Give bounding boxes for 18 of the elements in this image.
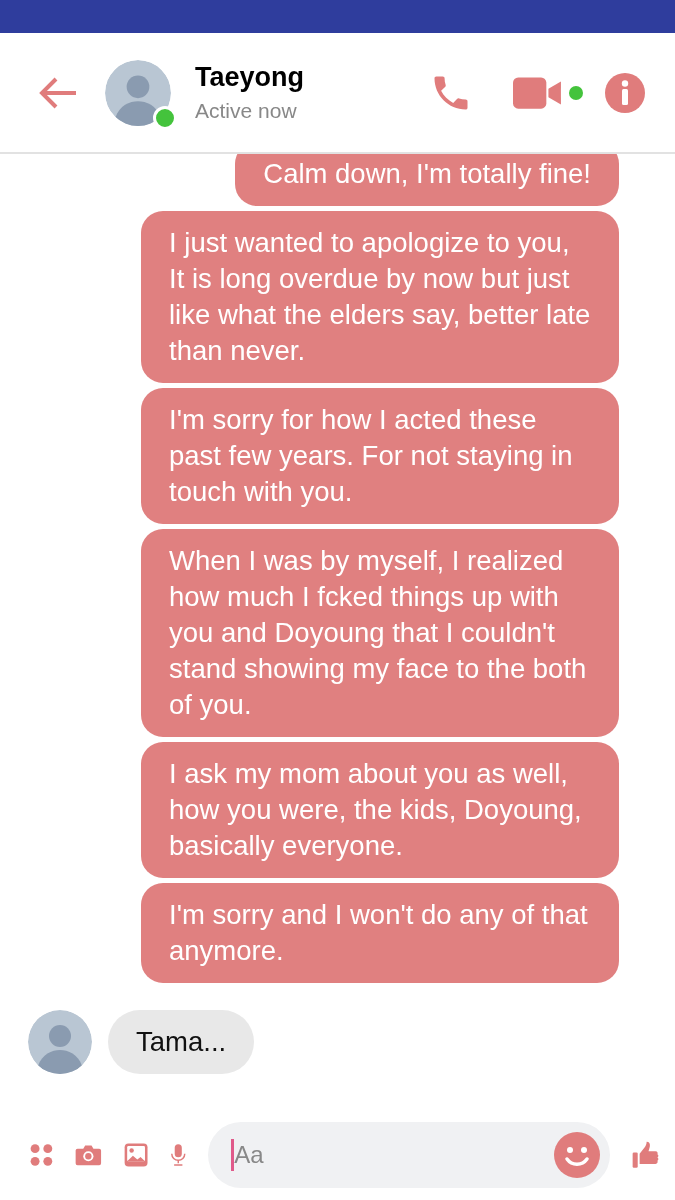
video-camera-icon[interactable] xyxy=(513,76,563,109)
received-message: Tama... xyxy=(108,1010,255,1074)
back-arrow-icon[interactable] xyxy=(38,75,78,110)
sent-message: Calm down, I'm totally fine! xyxy=(235,154,619,206)
sent-message: I ask my mom about you as well, how you were, the kids, Doyoung, basically everyone. xyxy=(141,742,619,878)
avatar xyxy=(105,59,171,126)
avatar xyxy=(28,1010,92,1074)
smiley-icon[interactable] xyxy=(554,1132,601,1178)
contact-name: Taeyong xyxy=(195,62,305,93)
sent-message: When I was by myself, I realized how much I fcked things up with you and Doyoung that I couldn't stand showing my face to the both of you. xyxy=(141,529,619,737)
sent-message: I just wanted to apologize to you, It is long overdue by now but just like what the elders say, better late than never. xyxy=(141,211,619,383)
text-cursor xyxy=(231,1139,235,1171)
sent-message: I'm sorry for how I acted these past few years. For not staying in touch with you. xyxy=(141,388,619,524)
message-input[interactable]: Aa xyxy=(208,1122,611,1188)
online-dot xyxy=(569,85,583,100)
sent-message: I'm sorry and I won't do any of that anymore. xyxy=(141,883,619,983)
info-icon[interactable] xyxy=(605,72,645,113)
contact-status: Active now xyxy=(195,99,298,123)
